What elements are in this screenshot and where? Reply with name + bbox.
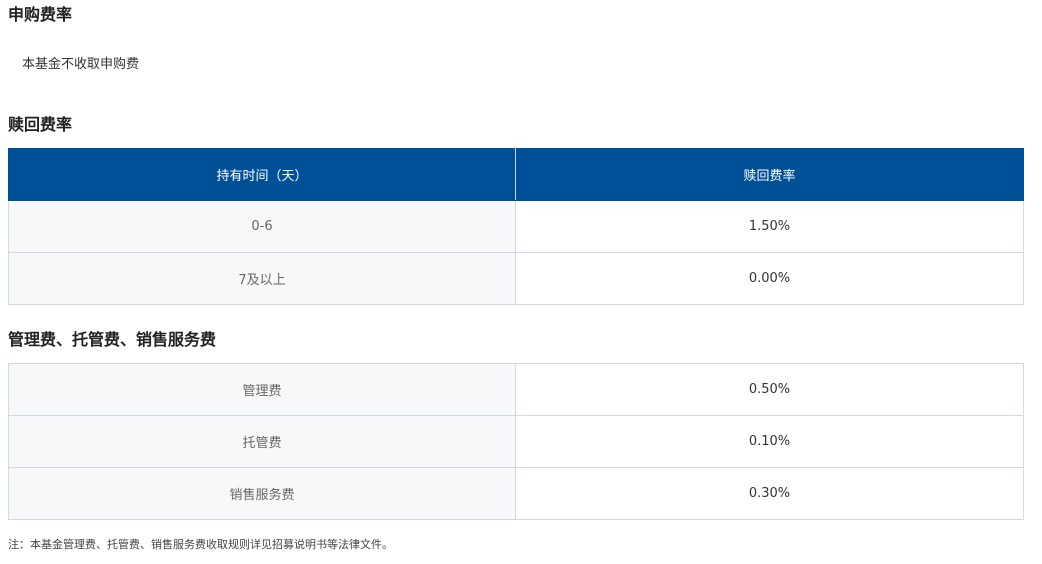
- table-row: 托管费 0.10%: [8, 415, 1024, 468]
- table-row: 销售服务费 0.30%: [8, 467, 1024, 520]
- fee-name-cell: 管理费: [8, 363, 516, 416]
- redemption-rate-header: 赎回费率: [515, 148, 1024, 201]
- subscription-fee-title: 申购费率: [8, 5, 73, 24]
- fee-rate-cell: 0.50%: [515, 363, 1024, 416]
- management-fee-table: 管理费 0.50% 托管费 0.10% 销售服务费 0.30%: [8, 363, 1024, 520]
- table-row: 0-6 1.50%: [8, 200, 1024, 253]
- table-row: 管理费 0.50%: [8, 363, 1024, 416]
- table-header-row: 持有时间（天） 赎回费率: [8, 148, 1024, 201]
- fee-name-cell: 托管费: [8, 415, 516, 468]
- holding-period-cell: 7及以上: [8, 252, 516, 305]
- redemption-rate-cell: 1.50%: [515, 200, 1024, 253]
- redemption-rate-cell: 0.00%: [515, 252, 1024, 305]
- fee-name-cell: 销售服务费: [8, 467, 516, 520]
- holding-period-header: 持有时间（天）: [8, 148, 516, 201]
- management-fee-title: 管理费、托管费、销售服务费: [8, 330, 217, 349]
- fee-rate-cell: 0.10%: [515, 415, 1024, 468]
- redemption-fee-table: 持有时间（天） 赎回费率 0-6 1.50% 7及以上 0.00%: [8, 148, 1024, 305]
- footnote: 注：本基金管理费、托管费、销售服务费收取规则详见招募说明书等法律文件。: [8, 538, 393, 551]
- table-row: 7及以上 0.00%: [8, 252, 1024, 305]
- holding-period-cell: 0-6: [8, 200, 516, 253]
- redemption-fee-title: 赎回费率: [8, 115, 73, 134]
- subscription-fee-text: 本基金不收取申购费: [22, 57, 140, 72]
- fee-rate-cell: 0.30%: [515, 467, 1024, 520]
